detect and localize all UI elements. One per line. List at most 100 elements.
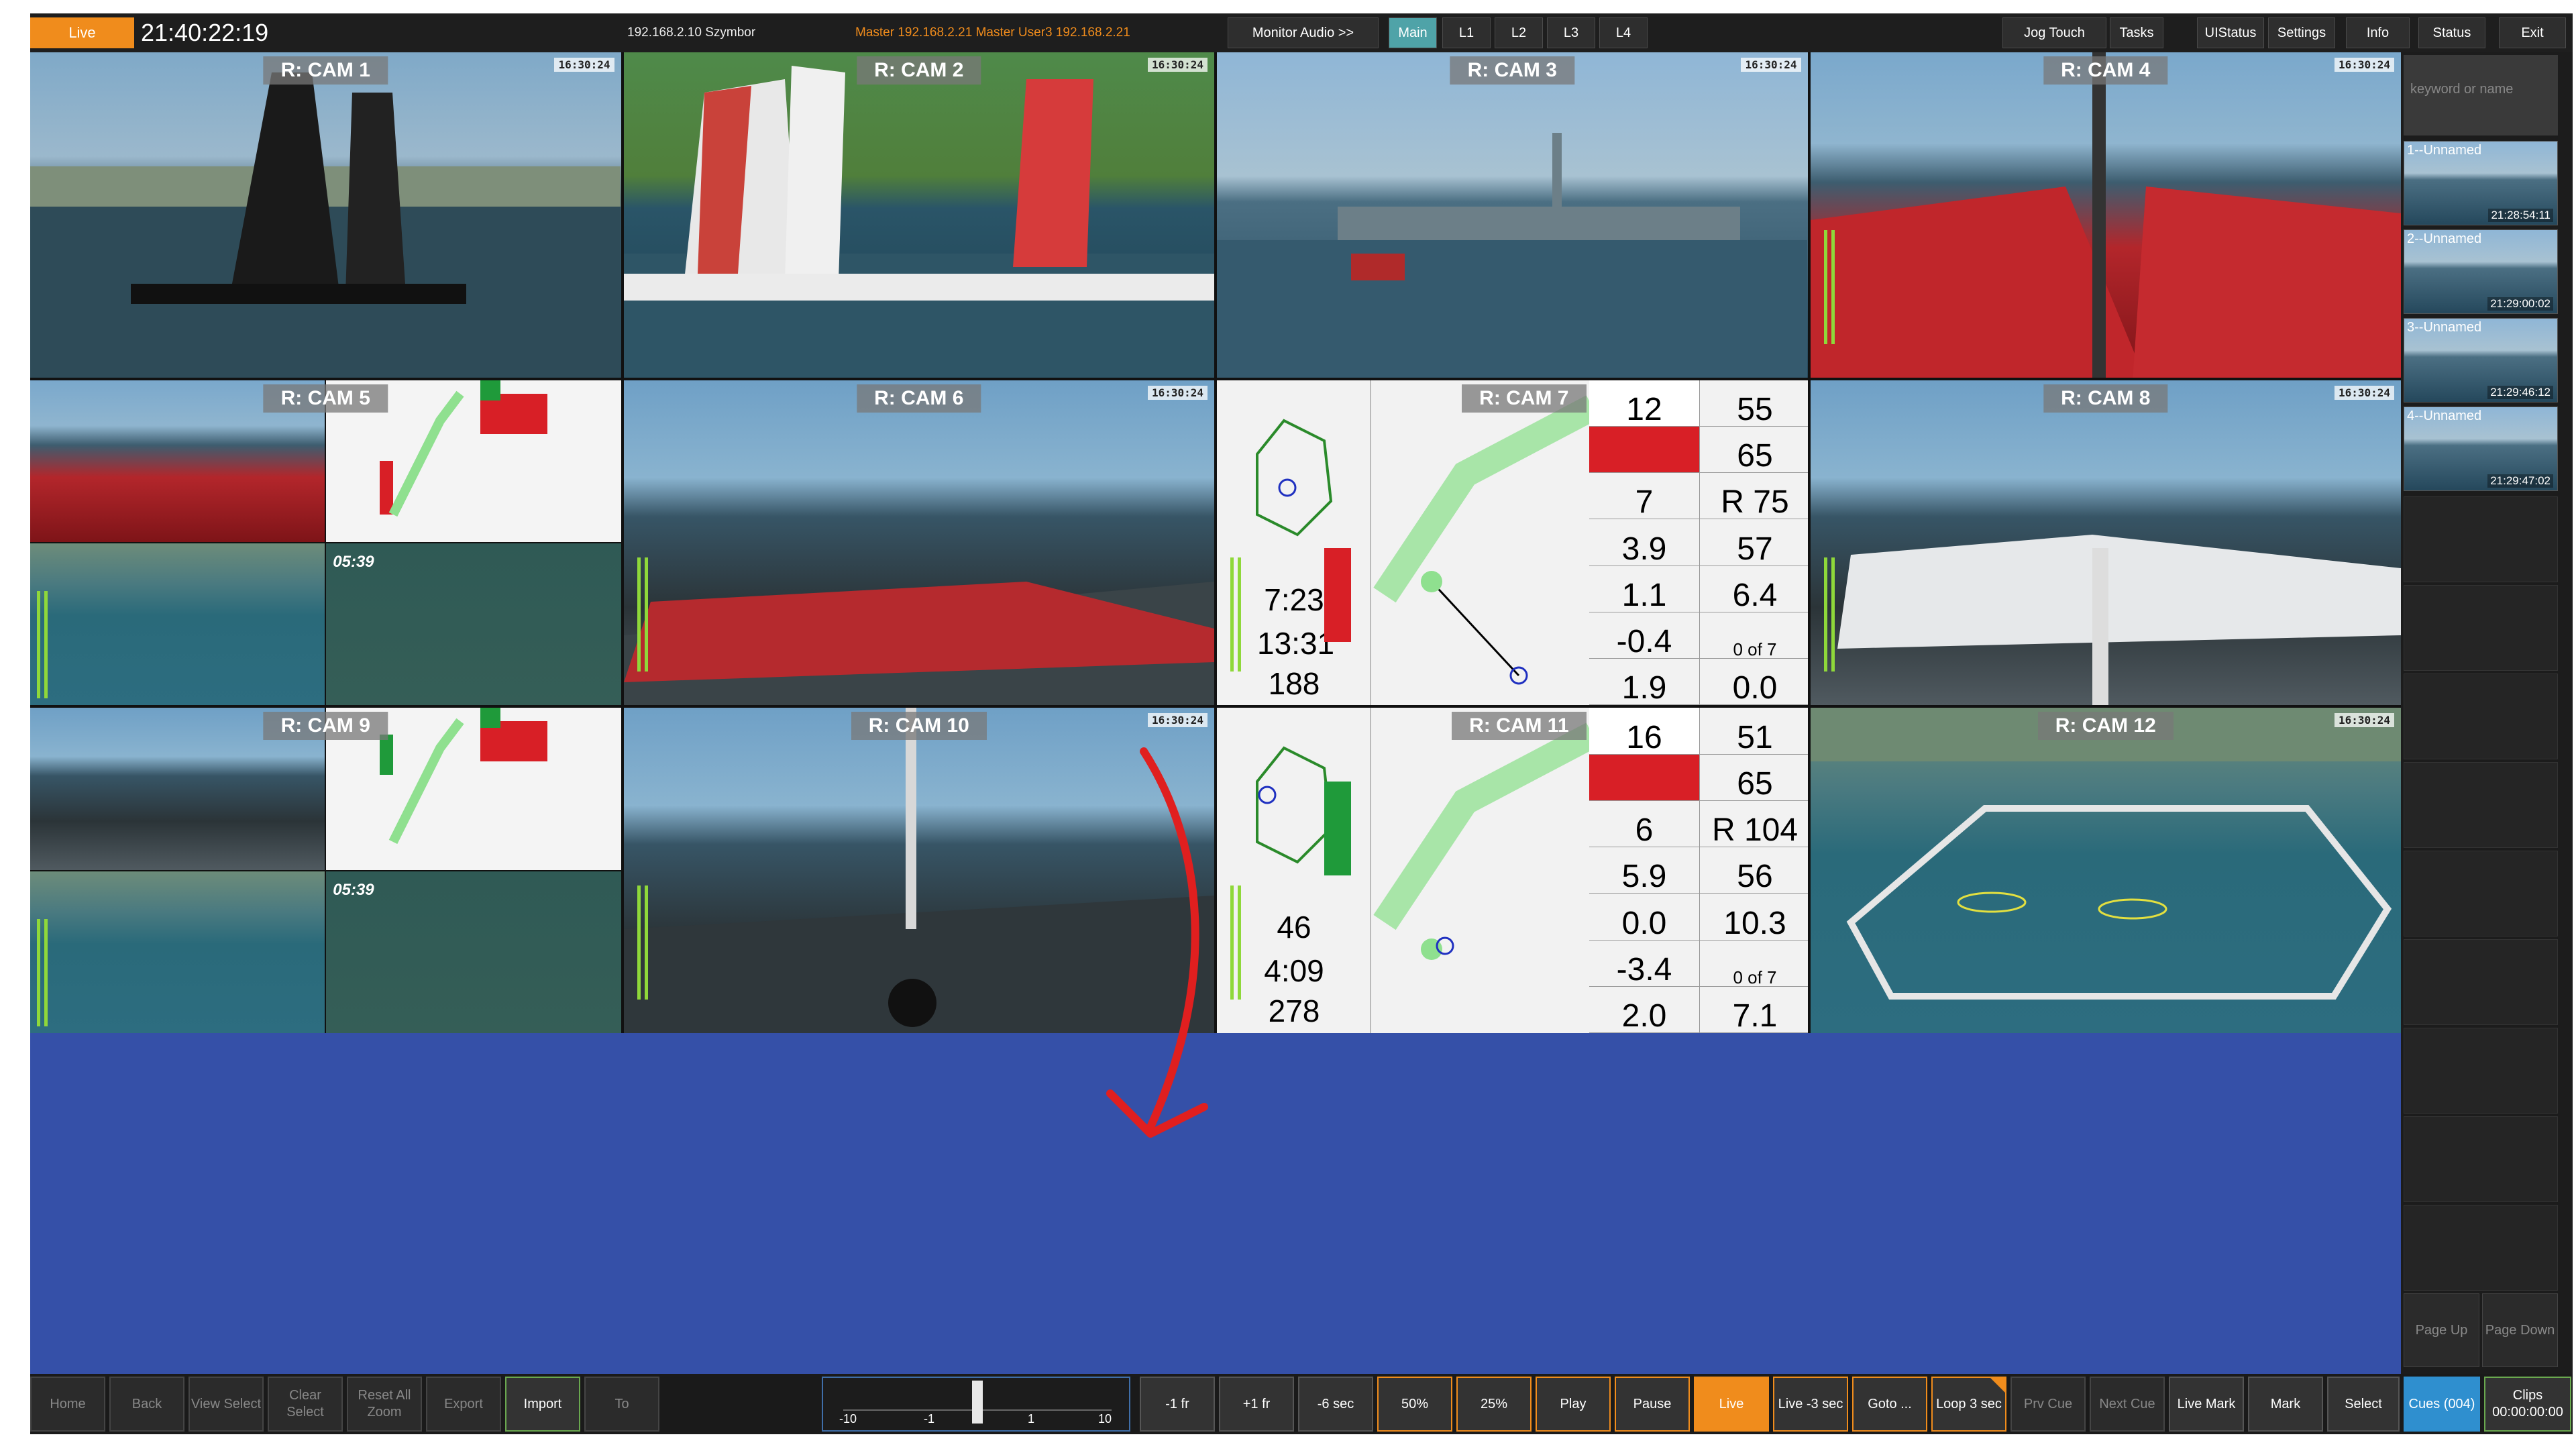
page-up-button[interactable]: Page Up xyxy=(2404,1293,2479,1367)
camera-label: R: CAM 11 xyxy=(1452,712,1587,741)
live-status-button[interactable]: Live xyxy=(30,17,134,48)
clip-time: 21:29:47:02 xyxy=(2487,474,2553,488)
track-view xyxy=(1371,708,1599,1033)
export-button[interactable]: Export xyxy=(426,1377,501,1432)
plus-1-frame-button[interactable]: +1 fr xyxy=(1219,1377,1294,1432)
camera-tile-3[interactable]: R: CAM 3 16:30:24 xyxy=(1217,52,1808,378)
camera-tile-9[interactable]: 05:39 R: CAM 9 xyxy=(30,708,621,1033)
jog-touch-button[interactable]: Jog Touch xyxy=(2002,17,2106,48)
stat-twd: 55 xyxy=(1700,380,1808,427)
stat-jib-sheet-ang: 10.3 xyxy=(1700,894,1808,941)
camera-tile-11[interactable]: 46 4:09 278 16 51 65 6 R 104 5.9 56 0.0 … xyxy=(1217,708,1808,1033)
status-button[interactable]: Status xyxy=(2418,17,2485,48)
stat-rud-angle-av: 2.0 xyxy=(1589,986,1700,1033)
audio-meter xyxy=(1230,885,1241,1000)
empty-clip-slot[interactable] xyxy=(2404,674,2558,759)
camera-label: R: CAM 3 xyxy=(1450,56,1574,85)
empty-clip-slot[interactable] xyxy=(2404,496,2558,582)
info-button[interactable]: Info xyxy=(2346,17,2410,48)
stat-pitch: 0.0 xyxy=(1589,894,1700,941)
tasks-button[interactable]: Tasks xyxy=(2110,17,2163,48)
select-button[interactable]: Select xyxy=(2327,1377,2400,1432)
empty-clip-slot[interactable] xyxy=(2404,1205,2558,1291)
empty-clip-slot[interactable] xyxy=(2404,1116,2558,1202)
settings-button[interactable]: Settings xyxy=(2268,17,2335,48)
clip-item[interactable]: 4--Unnamed 21:29:47:02 xyxy=(2404,407,2558,491)
next-cue-button[interactable]: Next Cue xyxy=(2090,1377,2165,1432)
cues-button[interactable]: Cues (004) xyxy=(2404,1377,2480,1432)
track-graphic xyxy=(1373,722,1599,961)
stat-place: 0 of 7 xyxy=(1700,941,1808,987)
empty-clip-slot[interactable] xyxy=(2404,939,2558,1025)
camera-tile-7[interactable]: 7:23 13:31 188 12 55 65 7 R 75 3.9 57 1.… xyxy=(1217,380,1808,706)
camera-grid: R: CAM 1 16:30:24 R: CAM 2 16:30:24 R: C… xyxy=(30,52,2401,1033)
race-data-panel: 46 4:09 278 16 51 65 6 R 104 5.9 56 0.0 … xyxy=(1217,708,1808,1033)
live-minus-3-sec-button[interactable]: Live -3 sec xyxy=(1773,1377,1848,1432)
to-button[interactable]: To xyxy=(584,1377,659,1432)
clip-item[interactable]: 2--Unnamed 21:29:00:02 xyxy=(2404,229,2558,314)
track-view xyxy=(1371,380,1599,706)
mark-button[interactable]: Mark xyxy=(2248,1377,2323,1432)
goto-button[interactable]: Goto ... xyxy=(1852,1377,1927,1432)
cam10-scene xyxy=(623,708,1214,1033)
shuttle-scale xyxy=(843,1381,1112,1424)
view-l4-button[interactable]: L4 xyxy=(1599,17,1648,48)
camera-tile-8[interactable]: R: CAM 8 16:30:24 xyxy=(1810,380,2401,706)
camera-tile-4[interactable]: R: CAM 4 16:30:24 xyxy=(1810,52,2401,378)
camera-tile-1[interactable]: R: CAM 1 16:30:24 xyxy=(30,52,621,378)
loop-3-sec-button[interactable]: Loop 3 sec xyxy=(1931,1377,2006,1432)
camera-tile-12[interactable]: R: CAM 12 16:30:24 xyxy=(1810,708,2401,1033)
minus-1-frame-button[interactable]: -1 fr xyxy=(1140,1377,1215,1432)
clear-select-button[interactable]: Clear Select xyxy=(268,1377,343,1432)
camera-label: R: CAM 4 xyxy=(2043,56,2168,85)
track-graphic xyxy=(1373,394,1599,685)
page-down-button[interactable]: Page Down xyxy=(2482,1293,2558,1367)
speed-25-button[interactable]: 25% xyxy=(1456,1377,1532,1432)
pause-button[interactable]: Pause xyxy=(1615,1377,1690,1432)
stat-t1: 46 xyxy=(1277,910,1311,945)
speed-50-button[interactable]: 50% xyxy=(1377,1377,1452,1432)
shuttle-label: -10 xyxy=(839,1412,857,1426)
stat-jib-sheet: 57 xyxy=(1700,519,1808,566)
clip-item[interactable]: 3--Unnamed 21:29:46:12 xyxy=(2404,318,2558,402)
empty-clip-slot[interactable] xyxy=(2404,762,2558,848)
clip-item[interactable]: 1--Unnamed 21:28:54:11 xyxy=(2404,141,2558,225)
home-button[interactable]: Home xyxy=(30,1377,105,1432)
view-select-button[interactable]: View Select xyxy=(189,1377,264,1432)
camera-tile-10[interactable]: R: CAM 10 16:30:24 xyxy=(623,708,1214,1033)
back-button[interactable]: Back xyxy=(109,1377,184,1432)
minus-6-sec-button[interactable]: -6 sec xyxy=(1298,1377,1373,1432)
camera-tile-5[interactable]: 05:39 R: CAM 5 xyxy=(30,380,621,706)
cam1-scene xyxy=(30,72,621,378)
previous-cue-button[interactable]: Prv Cue xyxy=(2010,1377,2086,1432)
camera-timecode: 16:30:24 xyxy=(2334,713,2394,728)
reset-all-zoom-button[interactable]: Reset All Zoom xyxy=(347,1377,422,1432)
view-main-button[interactable]: Main xyxy=(1389,17,1437,48)
uistatus-button[interactable]: UIStatus xyxy=(2197,17,2264,48)
stat-jib-sheet: 56 xyxy=(1700,847,1808,894)
camera-timecode: 16:30:24 xyxy=(1147,713,1208,728)
import-button[interactable]: Import xyxy=(505,1377,580,1432)
stat-bs: 3.9 xyxy=(1589,519,1700,566)
play-button[interactable]: Play xyxy=(1536,1377,1611,1432)
live-button[interactable]: Live xyxy=(1694,1377,1769,1432)
empty-clip-slot[interactable] xyxy=(2404,851,2558,936)
live-mark-button[interactable]: Live Mark xyxy=(2169,1377,2244,1432)
clip-time: 21:29:00:02 xyxy=(2487,297,2553,311)
camera-tile-2[interactable]: R: CAM 2 16:30:24 xyxy=(623,52,1214,378)
exit-button[interactable]: Exit xyxy=(2499,17,2566,48)
clip-rail: keyword or name 1--Unnamed 21:28:54:11 2… xyxy=(2402,52,2573,1374)
clips-button[interactable]: Clips 00:00:00:00 xyxy=(2484,1377,2571,1432)
jog-shuttle[interactable]: -10 -1 1 10 xyxy=(822,1377,1130,1432)
stat-twa: 7 xyxy=(1589,473,1700,520)
clip-search-input[interactable]: keyword or name xyxy=(2404,55,2558,136)
audio-meter xyxy=(1823,229,1835,344)
view-l2-button[interactable]: L2 xyxy=(1495,17,1543,48)
view-l1-button[interactable]: L1 xyxy=(1442,17,1491,48)
replay-app: Live 21:40:22:19 192.168.2.10 Szymbor Ma… xyxy=(30,13,2573,1434)
view-l3-button[interactable]: L3 xyxy=(1547,17,1595,48)
camera-tile-6[interactable]: R: CAM 6 16:30:24 xyxy=(623,380,1214,706)
monitor-audio-button[interactable]: Monitor Audio >> xyxy=(1228,17,1379,48)
empty-clip-slot[interactable] xyxy=(2404,585,2558,671)
empty-clip-slot[interactable] xyxy=(2404,1028,2558,1114)
